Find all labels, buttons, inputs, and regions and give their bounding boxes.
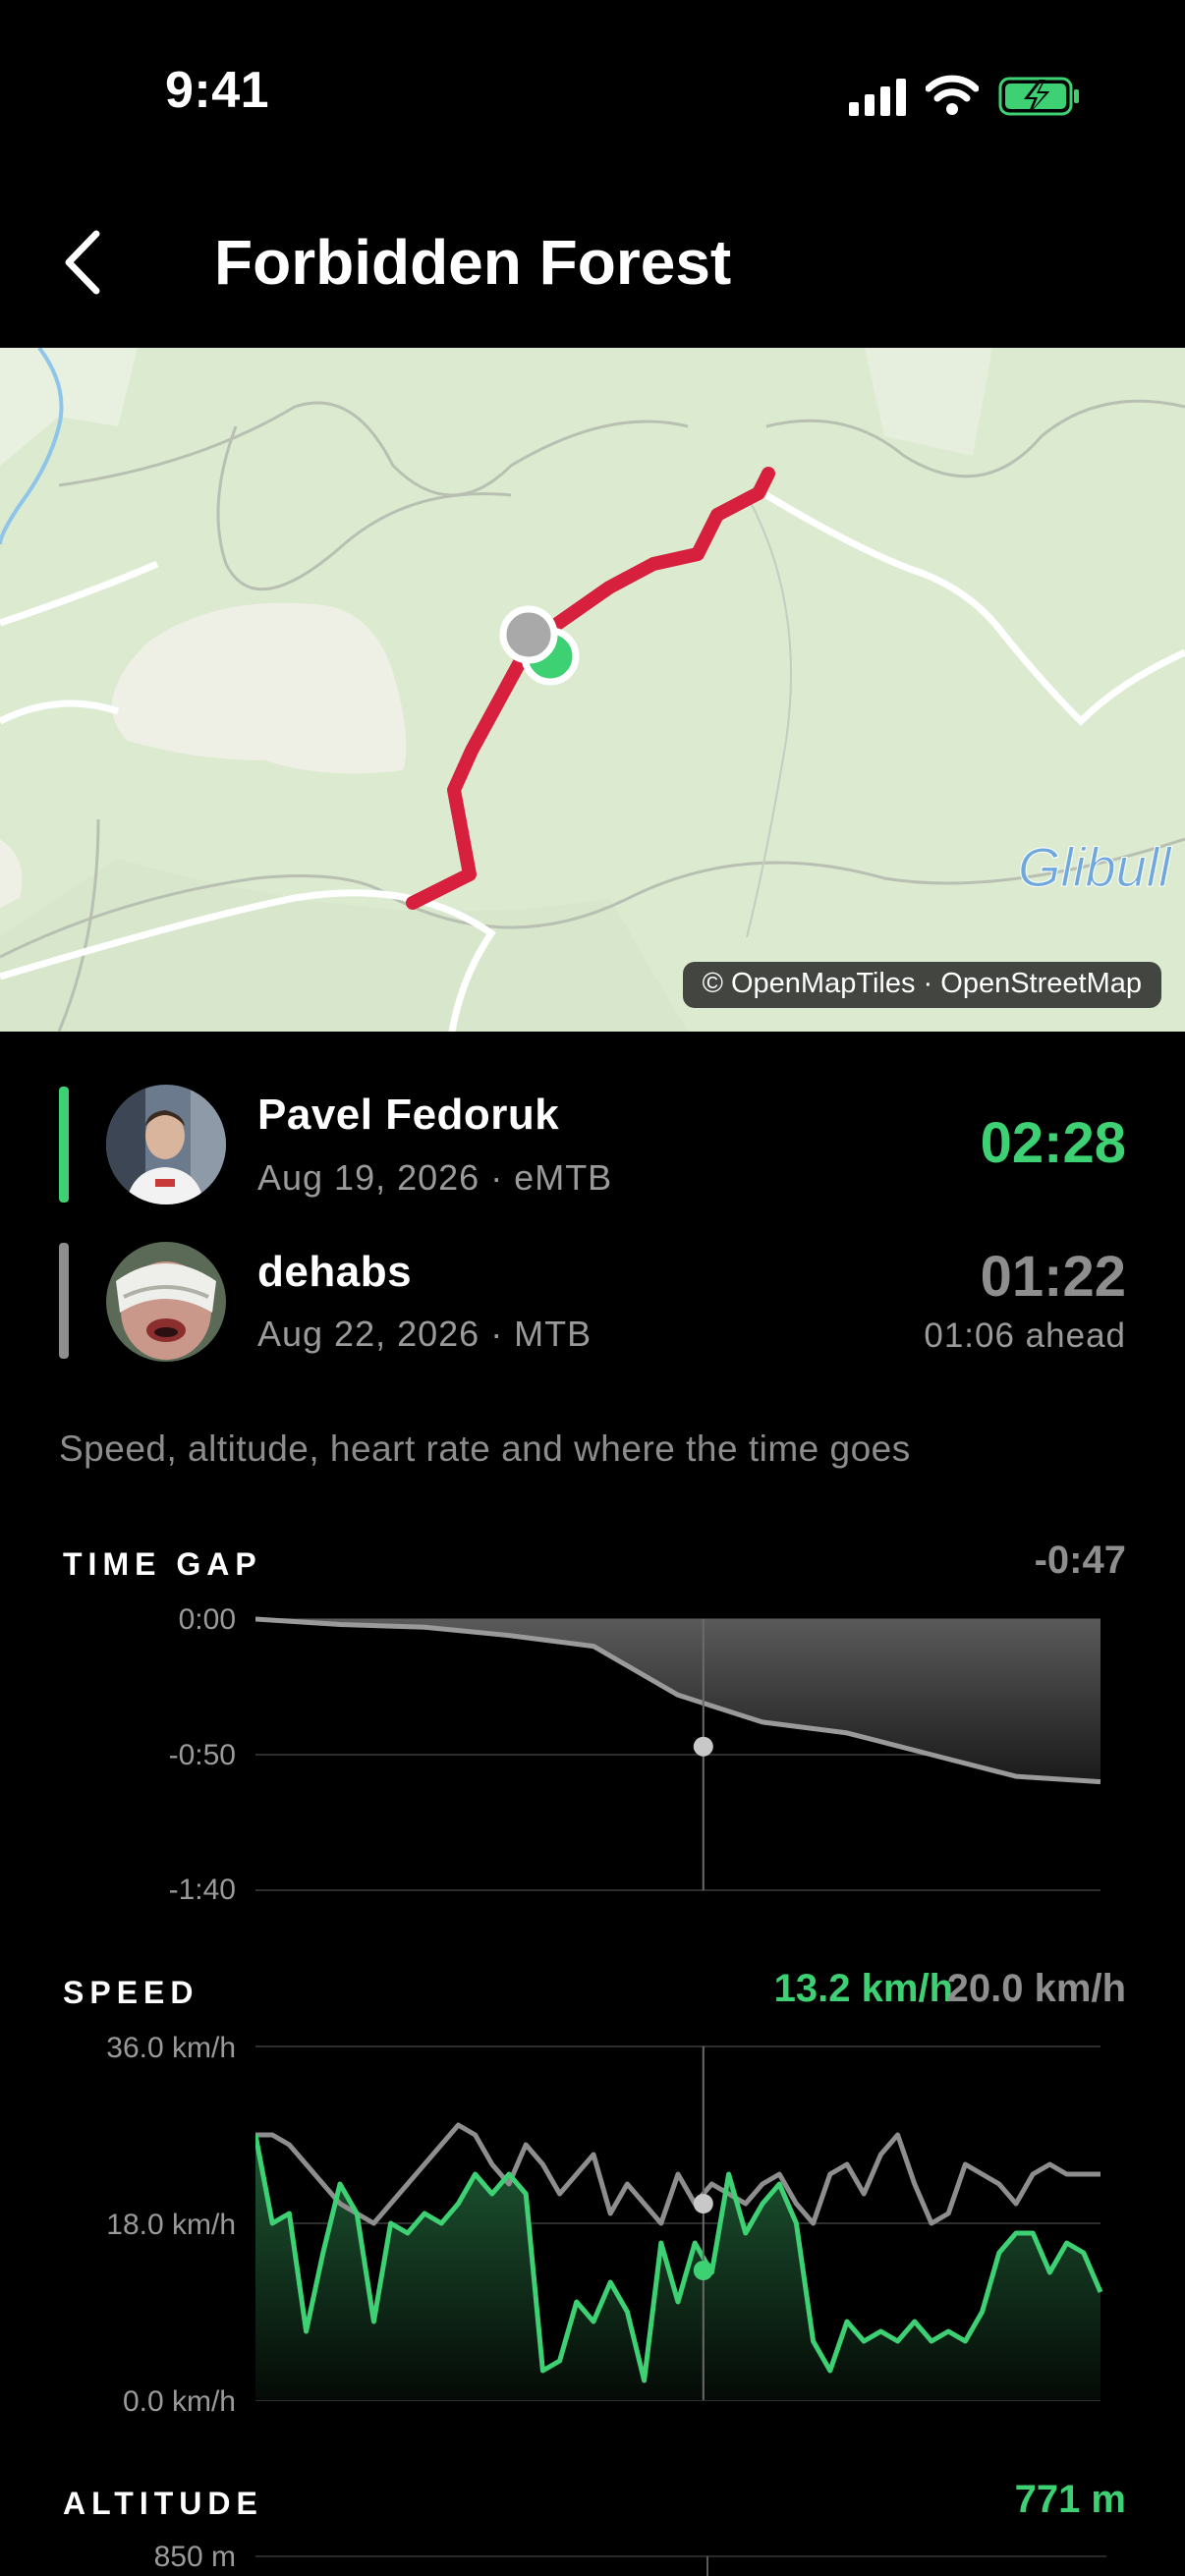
rider-color-bar	[59, 1087, 69, 1203]
rider-color-bar	[59, 1243, 69, 1359]
route-map[interactable]: Glibull © OpenMapTiles · OpenStreetMap	[0, 348, 1185, 1032]
cursor-dot	[693, 2194, 713, 2213]
signal-icon	[849, 79, 906, 116]
wifi-icon	[926, 75, 979, 115]
avatar[interactable]	[106, 1242, 226, 1362]
rider-time: 02:28	[980, 1111, 1126, 1175]
page-title: Forbidden Forest	[214, 227, 732, 298]
time-gap-value: -0:47	[1034, 1539, 1126, 1582]
cursor-dot	[693, 1736, 713, 1757]
y-tick-label: 18.0 km/h	[106, 2209, 236, 2241]
avatar[interactable]	[106, 1085, 226, 1204]
time-gap-chart[interactable]	[255, 1611, 1106, 1906]
map-place-label: Glibull	[1018, 836, 1172, 898]
ahead-label: 01:06 ahead	[924, 1316, 1126, 1355]
speed-title: SPEED	[63, 1975, 199, 2010]
cursor-dot	[693, 2261, 713, 2280]
speed-line-rider-b	[255, 2122, 1100, 2226]
rider-time: 01:22	[980, 1245, 1126, 1309]
rider-meta: Aug 22, 2026 · MTB	[257, 1314, 592, 1354]
speed-chart[interactable]	[255, 2039, 1106, 2412]
y-tick-label: 0.0 km/h	[122, 2385, 236, 2418]
rider-meta: Aug 19, 2026 · eMTB	[257, 1157, 613, 1198]
rider-name: dehabs	[257, 1248, 413, 1296]
y-tick-label: 850 m	[153, 2541, 236, 2573]
time-gap-area	[255, 1619, 1100, 1782]
rider-b-marker	[499, 605, 558, 664]
time-gap-title: TIME GAP	[63, 1546, 262, 1582]
map-canvas: Glibull	[0, 348, 1185, 1032]
altitude-chart[interactable]	[255, 2554, 1106, 2576]
section-subtitle: Speed, altitude, heart rate and where th…	[59, 1428, 911, 1469]
back-chevron-icon[interactable]	[59, 228, 108, 297]
map-attribution[interactable]: © OpenMapTiles · OpenStreetMap	[682, 962, 1161, 1008]
altitude-value: 771 m	[1014, 2478, 1126, 2521]
rider-name: Pavel Fedoruk	[257, 1091, 560, 1139]
y-tick-label: 36.0 km/h	[106, 2032, 236, 2064]
speed-value-a: 13.2 km/h	[773, 1967, 953, 2010]
status-time: 9:41	[165, 62, 270, 119]
speed-value-b: 20.0 km/h	[946, 1967, 1126, 2010]
altitude-title: ALTITUDE	[63, 2486, 263, 2521]
y-tick-label: -0:50	[168, 1739, 236, 1771]
battery-charging-icon	[998, 77, 1079, 116]
y-tick-label: 0:00	[178, 1603, 236, 1636]
y-tick-label: -1:40	[168, 1874, 236, 1906]
